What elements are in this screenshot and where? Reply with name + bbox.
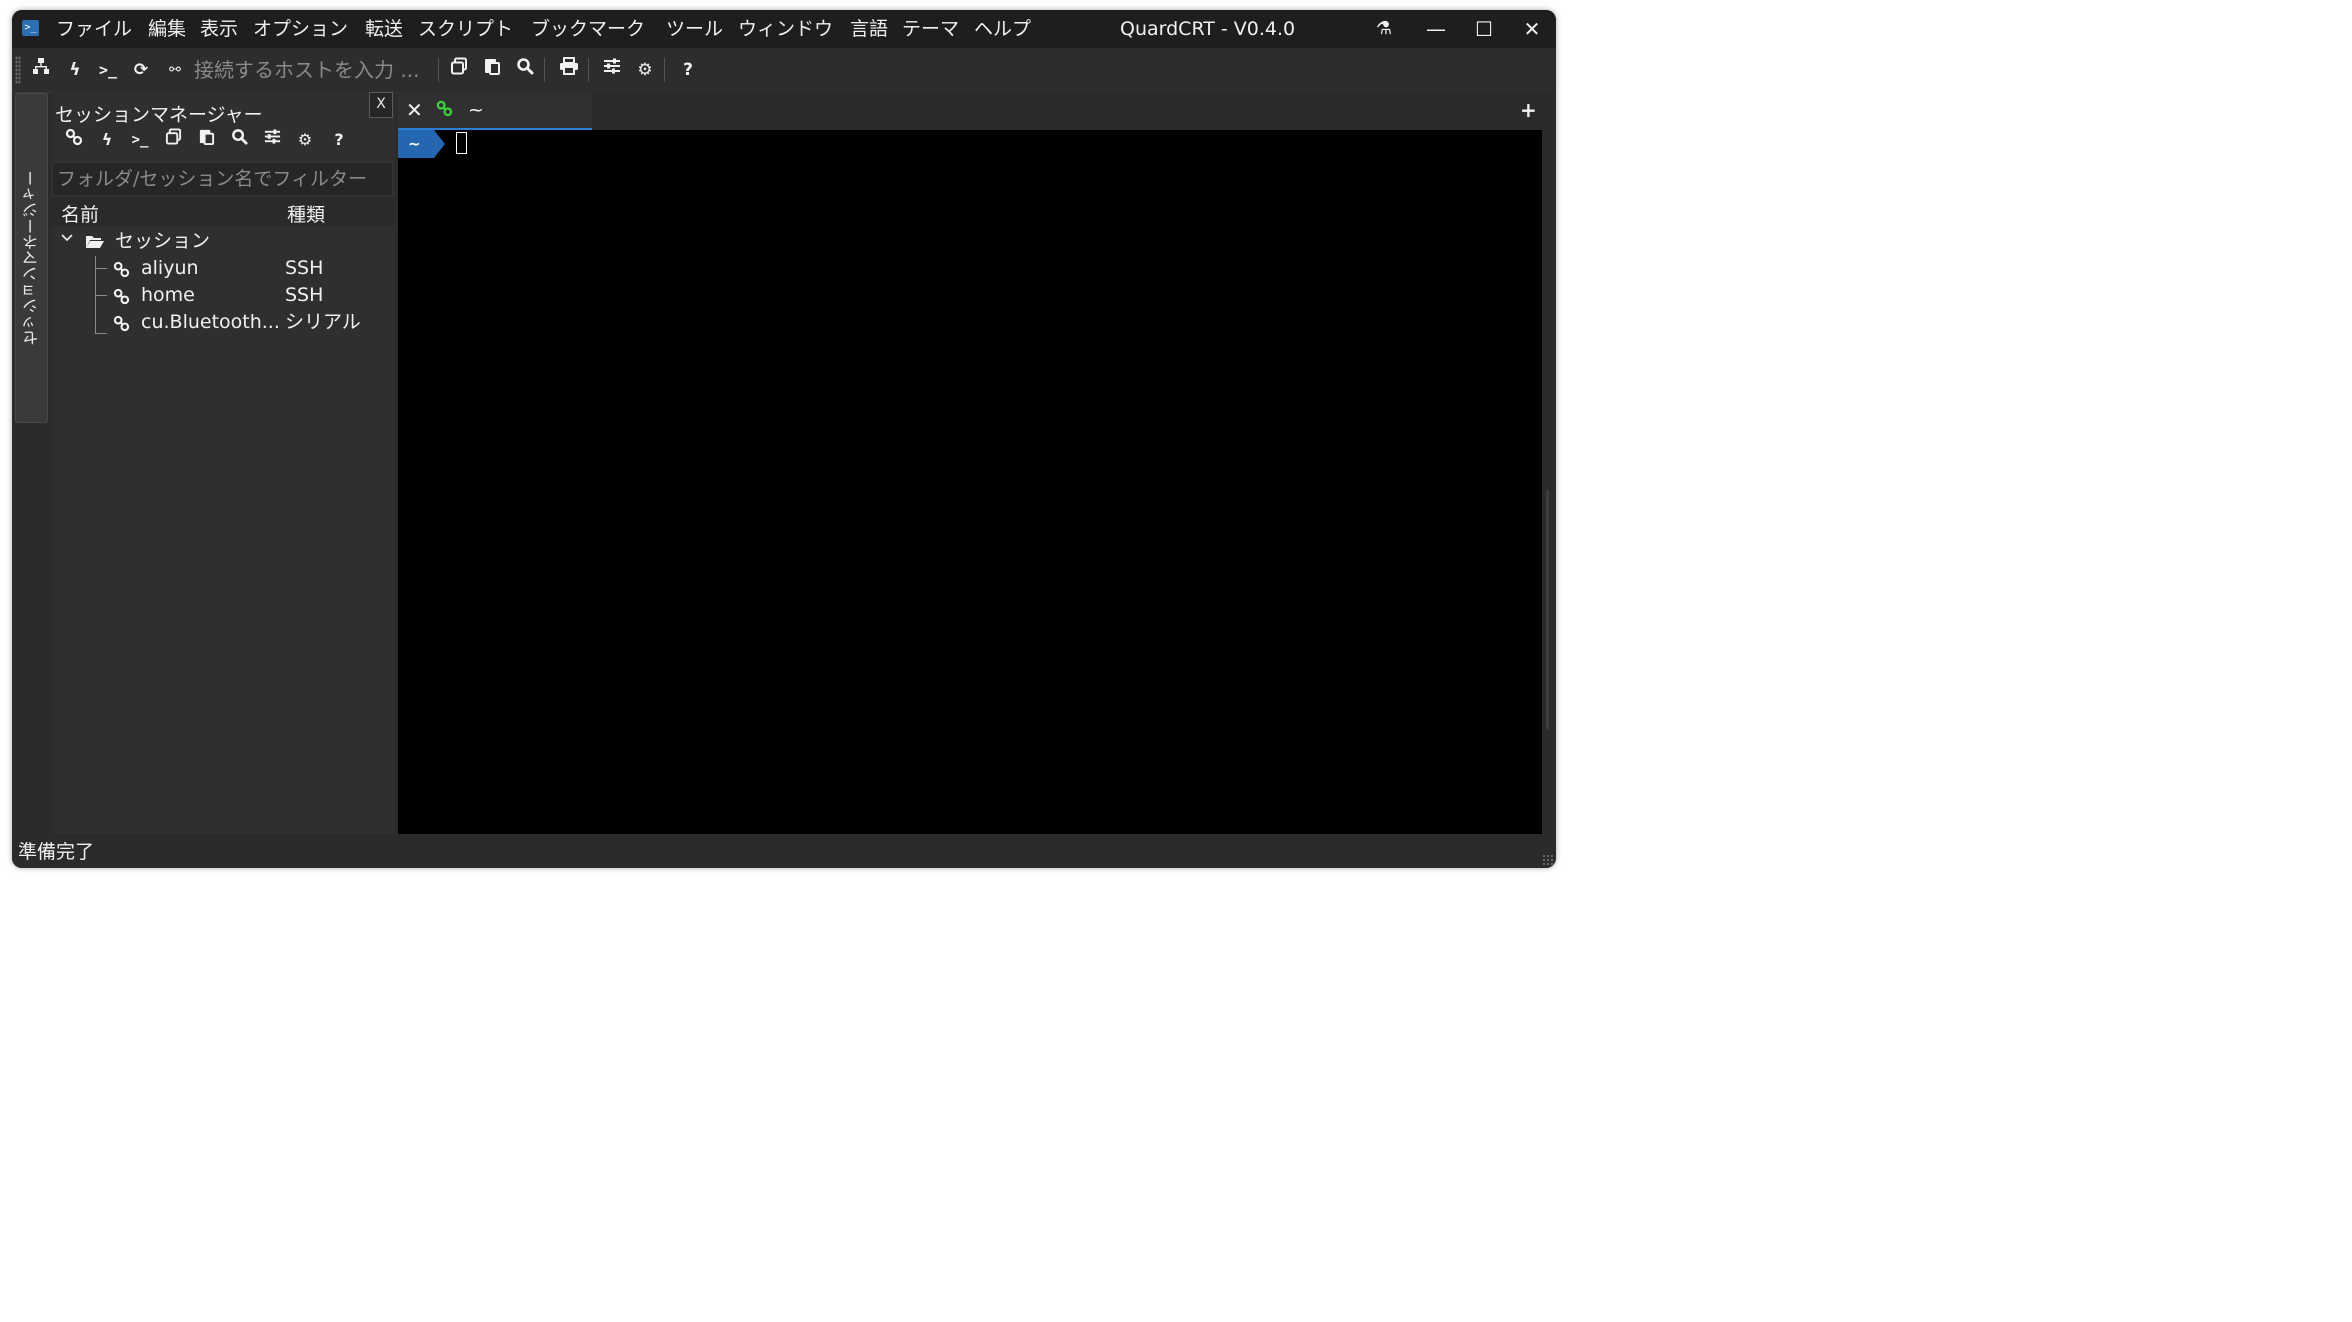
menu-bookmarks[interactable]: ブックマーク [531,15,645,43]
session-row-home[interactable]: home SSH [52,282,395,308]
tab-label: ~ [468,99,484,121]
session-type: SSH [285,257,324,279]
session-manager-close-button[interactable]: X [369,92,393,118]
session-type: SSH [285,284,324,306]
session-manager-side-tab[interactable]: セッションマネージャー [15,93,48,423]
side-tab-label: セッションマネージャー [22,170,41,346]
resize-grip[interactable] [1542,854,1554,866]
gear-icon[interactable]: ⚙ [632,57,658,83]
session-table-header: 名前 種類 [52,198,395,226]
session-name: aliyun [141,257,199,279]
terminal-tab-bar: ✕ ~ + [398,92,1556,131]
close-tab-icon[interactable]: ✕ [406,100,423,120]
menu-transfer[interactable]: 転送 [365,15,403,43]
terminal-view[interactable]: ~ [398,130,1542,834]
sliders-icon[interactable] [599,57,625,83]
search-icon[interactable] [512,57,538,83]
main-toolbar: ϟ >_ ⟳ ⚯ ⚙ ? [12,48,1556,93]
menu-edit[interactable]: 編集 [148,15,186,43]
help-icon[interactable]: ? [327,128,351,152]
gear-icon[interactable]: ⚙ [293,128,317,152]
menu-script[interactable]: スクリプト [418,15,513,43]
lab-flask-icon[interactable]: ⚗ [1368,15,1400,43]
help-icon[interactable]: ? [675,57,701,83]
folder-row-sessions[interactable]: セッション [52,228,395,254]
print-icon[interactable] [556,57,582,83]
toolbar-grip[interactable] [15,56,21,84]
menu-window[interactable]: ウィンドウ [738,15,833,43]
status-text: 準備完了 [18,841,95,863]
menu-help[interactable]: ヘルプ [974,15,1031,43]
terminal-cursor [456,132,467,154]
refresh-icon[interactable]: ⟳ [128,57,154,83]
connected-link-icon [436,100,453,122]
menu-file[interactable]: ファイル [56,15,132,43]
search-icon[interactable] [227,128,251,152]
connect-link-icon[interactable] [62,128,86,152]
session-row-bluetooth[interactable]: cu.Bluetooth... シリアル [52,309,395,335]
menu-theme[interactable]: テーマ [902,15,959,43]
disconnect-icon[interactable]: ⚯ [162,57,188,83]
menu-options[interactable]: オプション [253,15,348,43]
column-header-name[interactable]: 名前 [61,200,99,227]
terminal-prompt-icon[interactable]: >_ [95,57,121,83]
menu-language[interactable]: 言語 [850,15,888,43]
session-manager-title: セッションマネージャー [55,104,263,126]
menu-view[interactable]: 表示 [200,15,238,43]
toolbar-separator [664,58,665,82]
prompt-segment: ~ [398,130,445,158]
copy-icon[interactable] [446,57,472,83]
folder-label: セッション [115,230,211,252]
chevron-down-icon[interactable] [60,228,74,254]
status-bar: 準備完了 [12,836,1556,868]
session-name: home [141,284,195,306]
menu-tools[interactable]: ツール [666,15,723,43]
toolbar-separator [544,58,545,82]
session-manager-panel: セッションマネージャー X ϟ >_ ⚙ ? 名前 種類 [52,92,395,834]
folder-open-icon [85,231,105,257]
terminal-prompt-icon[interactable]: >_ [128,128,152,152]
sliders-icon[interactable] [260,128,284,152]
host-input[interactable] [194,55,434,85]
session-type: シリアル [285,311,361,333]
paste-icon[interactable] [479,57,505,83]
sitemap-icon[interactable] [28,57,54,83]
terminal-scrollbar[interactable] [1542,130,1556,834]
quick-connect-lightning-icon[interactable]: ϟ [95,128,119,152]
minimize-button[interactable]: — [1420,15,1452,43]
session-link-icon [113,313,130,339]
main-window: >_ ファイル 編集 表示 オプション 転送 スクリプト ブックマーク ツール … [12,10,1556,868]
session-row-aliyun[interactable]: aliyun SSH [52,255,395,281]
terminal-tab[interactable]: ✕ ~ [398,92,592,131]
toolbar-separator [438,58,439,82]
window-title: QuardCRT - V0.4.0 [1120,18,1296,40]
prompt-text: ~ [408,135,421,153]
copy-icon[interactable] [161,128,185,152]
session-filter-input[interactable] [52,162,393,196]
scrollbar-thumb[interactable] [1546,490,1549,730]
menubar: >_ ファイル 編集 表示 オプション 転送 スクリプト ブックマーク ツール … [12,10,1556,48]
add-tab-icon[interactable]: + [1520,100,1537,120]
lightning-icon[interactable]: ϟ [62,57,88,83]
maximize-button[interactable]: ☐ [1468,15,1500,43]
paste-icon[interactable] [194,128,218,152]
session-name: cu.Bluetooth... [141,311,280,333]
close-window-button[interactable]: ✕ [1516,15,1548,43]
terminal-app-icon: >_ [22,20,39,36]
toolbar-separator [588,58,589,82]
column-header-type[interactable]: 種類 [287,200,325,227]
